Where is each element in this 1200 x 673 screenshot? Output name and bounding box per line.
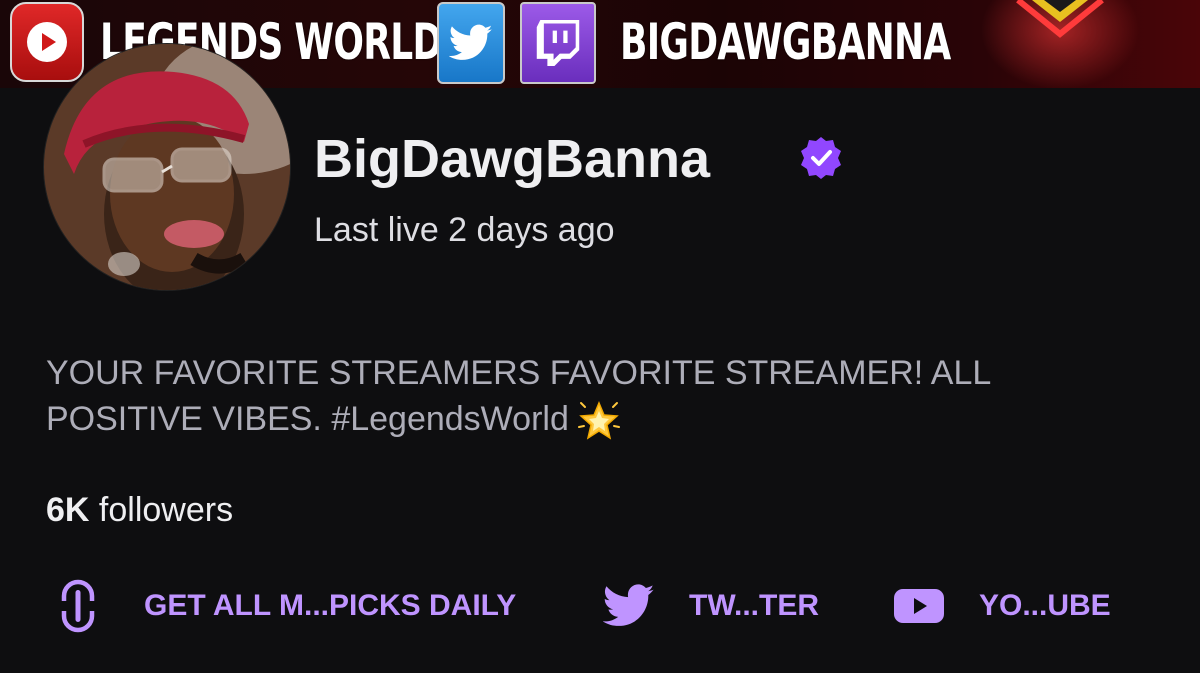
social-link-youtube-label: YO...UBE	[979, 589, 1111, 622]
link-icon	[58, 579, 98, 633]
verified-badge-icon	[801, 137, 841, 179]
social-link-youtube[interactable]: YO...UBE	[893, 580, 1111, 632]
bio-text: YOUR FAVORITE STREAMERS FAVORITE STREAME…	[46, 354, 990, 438]
channel-name[interactable]: BigDawgBanna	[314, 124, 710, 194]
social-link-twitter-label: TW...TER	[689, 589, 819, 622]
last-live-status: Last live 2 days ago	[314, 211, 615, 249]
banner-youtube-icon	[10, 2, 84, 82]
banner-twitter-icon	[437, 2, 505, 84]
youtube-icon	[893, 587, 945, 625]
banner-twitch-icon	[520, 2, 596, 84]
twitter-icon	[603, 584, 655, 628]
channel-bio: YOUR FAVORITE STREAMERS FAVORITE STREAME…	[46, 350, 1156, 443]
followers-summary[interactable]: 6K followers	[46, 488, 233, 532]
social-link-twitter[interactable]: TW...TER	[603, 580, 819, 632]
banner-logo	[1016, 0, 1104, 38]
social-link-picks-label: GET ALL M...PICKS DAILY	[144, 589, 517, 622]
channel-avatar[interactable]	[44, 44, 290, 290]
social-link-picks[interactable]: GET ALL M...PICKS DAILY	[58, 579, 517, 633]
banner-right-text: BIGDAWGBANNA	[620, 13, 951, 71]
followers-label: followers	[98, 491, 234, 529]
glowing-star-icon	[577, 401, 620, 440]
followers-count: 6K	[46, 491, 90, 529]
